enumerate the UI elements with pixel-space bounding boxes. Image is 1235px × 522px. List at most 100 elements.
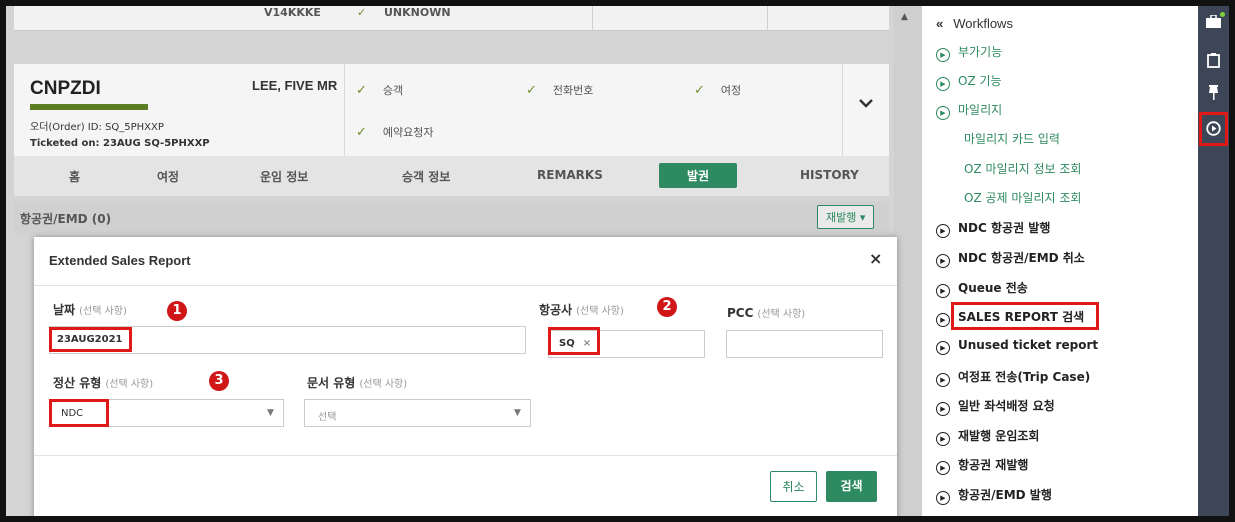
cancel-button[interactable]: 취소: [770, 471, 817, 502]
chevron-down-icon[interactable]: ▼: [514, 408, 521, 418]
booking-summary-card: CNPZDI 오더(Order) ID: SQ_5PHXXP Ticketed …: [14, 64, 889, 157]
prev-row-check: ✓: [357, 6, 367, 19]
workflow-item-label: 일반 좌석배정 요청: [958, 399, 1055, 413]
play-circle-icon: ▶: [936, 284, 950, 298]
collapse-icon[interactable]: «: [936, 16, 943, 31]
airline-label: 항공사 (선택 사항): [539, 303, 624, 317]
tab-passenger-info[interactable]: 승객 정보: [402, 168, 450, 185]
play-circle-icon: ▶: [936, 48, 950, 62]
check-itinerary: ✓ 여정: [694, 83, 742, 98]
check-icon: ✓: [356, 125, 367, 140]
chevron-down-icon[interactable]: ▼: [267, 408, 274, 418]
date-label: 날짜 (선택 사항): [53, 303, 127, 317]
close-icon[interactable]: ×: [869, 249, 882, 268]
workflow-item-label: 부가기능: [958, 45, 1003, 59]
tab-itinerary[interactable]: 여정: [157, 168, 179, 185]
play-circle-icon: ▶: [936, 224, 950, 238]
order-id: 오더(Order) ID: SQ_5PHXXP: [30, 122, 164, 133]
workflow-item-label: NDC 항공권/EMD 취소: [958, 251, 1085, 265]
workflows-title: Workflows: [953, 16, 1013, 31]
workflow-item[interactable]: ▶ 부가기능: [936, 43, 1002, 62]
pnr-code: CNPZDI: [30, 78, 101, 99]
pcc-input[interactable]: [726, 330, 883, 358]
tab-fare-info[interactable]: 운임 정보: [260, 168, 308, 185]
workflow-item-label: NDC 항공권 발행: [958, 221, 1051, 235]
workflows-panel: « Workflows ▶ 부가기능 ▶ OZ 기능 ▶ 마일리지 마일리지 카드 입력 OZ …: [922, 6, 1198, 516]
check-requester: ✓ 예약요청자: [356, 125, 434, 140]
tab-ticketing[interactable]: 발권: [659, 163, 738, 188]
chevron-down-icon[interactable]: [859, 96, 873, 112]
workflow-item[interactable]: ▶ NDC 항공권 발행: [936, 219, 1050, 238]
document-type-placeholder: 선택: [318, 412, 337, 423]
briefcase-icon[interactable]: [1206, 14, 1221, 30]
notification-dot: [1220, 12, 1225, 17]
play-circle-icon: ▶: [936, 313, 950, 327]
workflow-item[interactable]: ▶ OZ 기능: [936, 72, 1002, 91]
airline-tag[interactable]: SQ ×: [559, 338, 591, 349]
divider: [344, 64, 345, 156]
workflow-item[interactable]: 마일리지 카드 입력: [964, 130, 1060, 147]
play-circle-icon: ▶: [936, 461, 950, 475]
workflow-item-label: Unused ticket report: [958, 338, 1099, 352]
marker-2: 2: [657, 297, 677, 317]
prev-row-code: V14KKKE: [264, 6, 321, 19]
workflow-item[interactable]: ▶ NDC 항공권/EMD 취소: [936, 249, 1085, 268]
passenger-name: LEE, FIVE MR: [252, 78, 338, 93]
ticketed-on: Ticketed on: 23AUG SQ-5PHXXP: [30, 138, 210, 149]
extended-sales-report-dialog: Extended Sales Report × 날짜 (선택 사항) 1 23AU…: [34, 237, 897, 516]
scrollbar[interactable]: ▲: [894, 6, 922, 516]
workflow-item[interactable]: ▶ 여정표 전송(Trip Case): [936, 368, 1090, 387]
marker-3: 3: [209, 371, 229, 391]
pin-icon[interactable]: [1206, 85, 1221, 100]
workflow-item[interactable]: OZ 마일리지 정보 조회: [964, 160, 1081, 177]
prev-row-status: UNKNOWN: [384, 6, 451, 19]
play-circle-icon[interactable]: [1206, 121, 1221, 136]
check-phone: ✓ 전화번호: [526, 83, 594, 98]
remove-tag-icon[interactable]: ×: [583, 338, 591, 349]
document-type-label: 문서 유형 (선택 사항): [307, 376, 408, 390]
settlement-type-value: NDC: [61, 408, 84, 419]
reissue-dropdown-button[interactable]: 재발행 ▾: [817, 205, 875, 229]
document-type-select[interactable]: [304, 399, 531, 427]
highlight-box: [951, 302, 1099, 330]
workflow-item[interactable]: ▶ 재발행 운임조회: [936, 427, 1039, 446]
previous-row: V14KKKE ✓ UNKNOWN: [14, 6, 889, 31]
workflow-item-label: 마일리지: [958, 103, 1003, 117]
tab-remarks[interactable]: REMARKS: [537, 168, 603, 182]
workflow-item-label: 마일리지 카드 입력: [964, 132, 1060, 146]
divider: [592, 6, 593, 30]
workflow-item-label: OZ 마일리지 정보 조회: [964, 162, 1082, 176]
check-icon: ✓: [694, 83, 705, 98]
tab-home[interactable]: 홈: [69, 168, 80, 185]
workflow-item-label: 항공권/EMD 발행: [958, 488, 1052, 502]
date-value: 23AUG2021: [57, 334, 123, 345]
booking-tabs: 홈 여정 운임 정보 승객 정보 REMARKS 발권 HISTORY: [14, 156, 889, 196]
play-circle-icon: ▶: [936, 106, 950, 120]
workflow-item[interactable]: ▶ Unused ticket report: [936, 338, 1098, 355]
settlement-type-label: 정산 유형 (선택 사항): [53, 376, 154, 390]
play-circle-icon: ▶: [936, 432, 950, 446]
workflow-item-label: OZ 공제 마일리지 조회: [964, 191, 1082, 205]
workflow-item-label: Queue 전송: [958, 281, 1028, 295]
workflow-item[interactable]: ▶ 일반 좌석배정 요청: [936, 397, 1055, 416]
search-button[interactable]: 검색: [826, 471, 877, 502]
workflow-item[interactable]: ▶ 마일리지: [936, 101, 1002, 120]
clipboard-icon[interactable]: [1206, 53, 1221, 68]
scroll-up-icon[interactable]: ▲: [901, 12, 908, 22]
play-circle-icon: ▶: [936, 77, 950, 91]
check-passenger: ✓ 승객: [356, 83, 404, 98]
workflow-item[interactable]: ▶ Queue 전송: [936, 279, 1028, 298]
workflow-item[interactable]: ▶ 항공권/EMD 발행: [936, 486, 1052, 505]
divider: [34, 455, 897, 456]
workflow-item[interactable]: OZ 공제 마일리지 조회: [964, 189, 1081, 206]
workflows-header: « Workflows: [936, 16, 1013, 31]
play-circle-icon: ▶: [936, 373, 950, 387]
workflow-item-label: 재발행 운임조회: [958, 429, 1040, 443]
divider: [842, 64, 843, 156]
workflow-item[interactable]: ▶ 항공권 재발행: [936, 456, 1028, 475]
play-circle-icon: ▶: [936, 254, 950, 268]
divider: [34, 285, 897, 286]
app-frame: V14KKKE ✓ UNKNOWN CNPZDI 오더(Order) ID: S…: [6, 6, 1229, 516]
tab-history[interactable]: HISTORY: [800, 168, 859, 182]
right-rail: [1198, 6, 1229, 516]
